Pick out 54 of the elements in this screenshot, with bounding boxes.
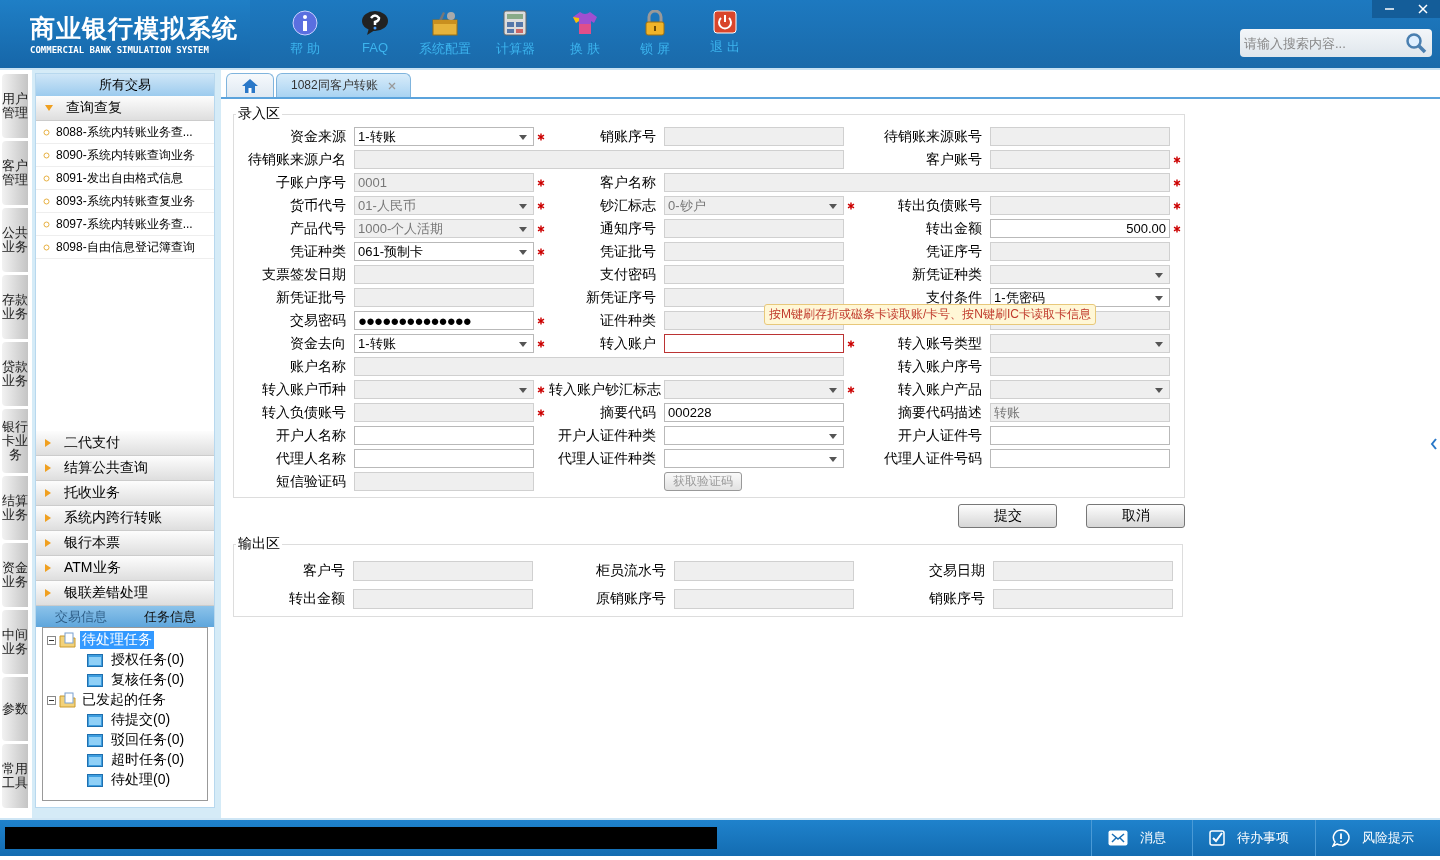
field-label: 新凭证序号: [585, 288, 657, 307]
field-label: 转入账户序号: [897, 357, 983, 376]
field-label: 凭证批号: [599, 242, 657, 261]
field-label: 转出金额: [288, 590, 346, 608]
field-label: 短信验证码: [275, 472, 347, 491]
field-label: 代理人证件号码: [883, 449, 983, 468]
field-label: 新凭证批号: [275, 288, 347, 307]
field-label: 摘要代码描述: [897, 403, 983, 422]
field-label: 转入账户钞汇标志: [549, 380, 662, 399]
field-label: 转入负债账号: [261, 403, 347, 422]
field-label: 转入账户币种: [261, 380, 347, 399]
field-label: 钞汇标志: [599, 196, 657, 215]
field-label: 转入账户产品: [897, 380, 983, 399]
field-label: 货币代号: [289, 196, 347, 215]
field-label: 开户人证件号: [897, 426, 983, 445]
field-label: 开户人名称: [275, 426, 347, 445]
field-label: 资金去向: [289, 334, 347, 353]
field-label: 支票签发日期: [261, 265, 347, 284]
app-title: 商业银行模拟系统: [30, 14, 239, 42]
field-label: 证件种类: [599, 311, 657, 330]
app-subtitle: COMMERCIAL BANK SIMULATION SYSTEM: [30, 45, 210, 55]
field-label: 转出负债账号: [897, 196, 983, 215]
field-label: 柜员流水号: [595, 562, 667, 580]
field-label: 销账序号: [928, 590, 986, 608]
field-label: 代理人证件种类: [557, 449, 657, 468]
field-label: 摘要代码: [599, 403, 657, 422]
field-label: 待销账来源户名: [247, 150, 347, 169]
field-label: 通知序号: [599, 219, 657, 238]
field-label: 原销账序号: [595, 590, 667, 608]
field-label: 凭证序号: [925, 242, 983, 261]
field-label: 支付密码: [599, 265, 657, 284]
tooltip: 按M键刷存折或磁条卡读取账/卡号、按N键刷IC卡读取卡信息: [764, 304, 1096, 325]
field-label: 代理人名称: [275, 449, 347, 468]
field-label: 子账户序号: [275, 173, 347, 192]
field-label: 资金来源: [289, 127, 347, 146]
field-label: 客户名称: [599, 173, 657, 192]
field-label: 转入账户: [599, 334, 657, 353]
field-label: 交易日期: [928, 562, 986, 580]
field-label: 账户名称: [289, 357, 347, 376]
section-title: 输出区: [237, 535, 281, 553]
field-label: 销账序号: [599, 127, 657, 146]
field-label: 产品代号: [289, 219, 347, 238]
field-label: 客户账号: [925, 150, 983, 169]
field-label: 转出金额: [925, 219, 983, 238]
field-label: 交易密码: [289, 311, 347, 330]
field-label: 新凭证种类: [911, 265, 983, 284]
field-label: 客户号: [302, 562, 346, 580]
field-label: 支付条件: [925, 288, 983, 307]
section-title: 录入区: [237, 105, 281, 123]
field-label: 开户人证件种类: [557, 426, 657, 445]
field-label: 待销账来源账号: [883, 127, 983, 146]
panel-title: 所有交易: [36, 74, 214, 96]
field-label: 转入账号类型: [897, 334, 983, 353]
field-label: 凭证种类: [289, 242, 347, 261]
